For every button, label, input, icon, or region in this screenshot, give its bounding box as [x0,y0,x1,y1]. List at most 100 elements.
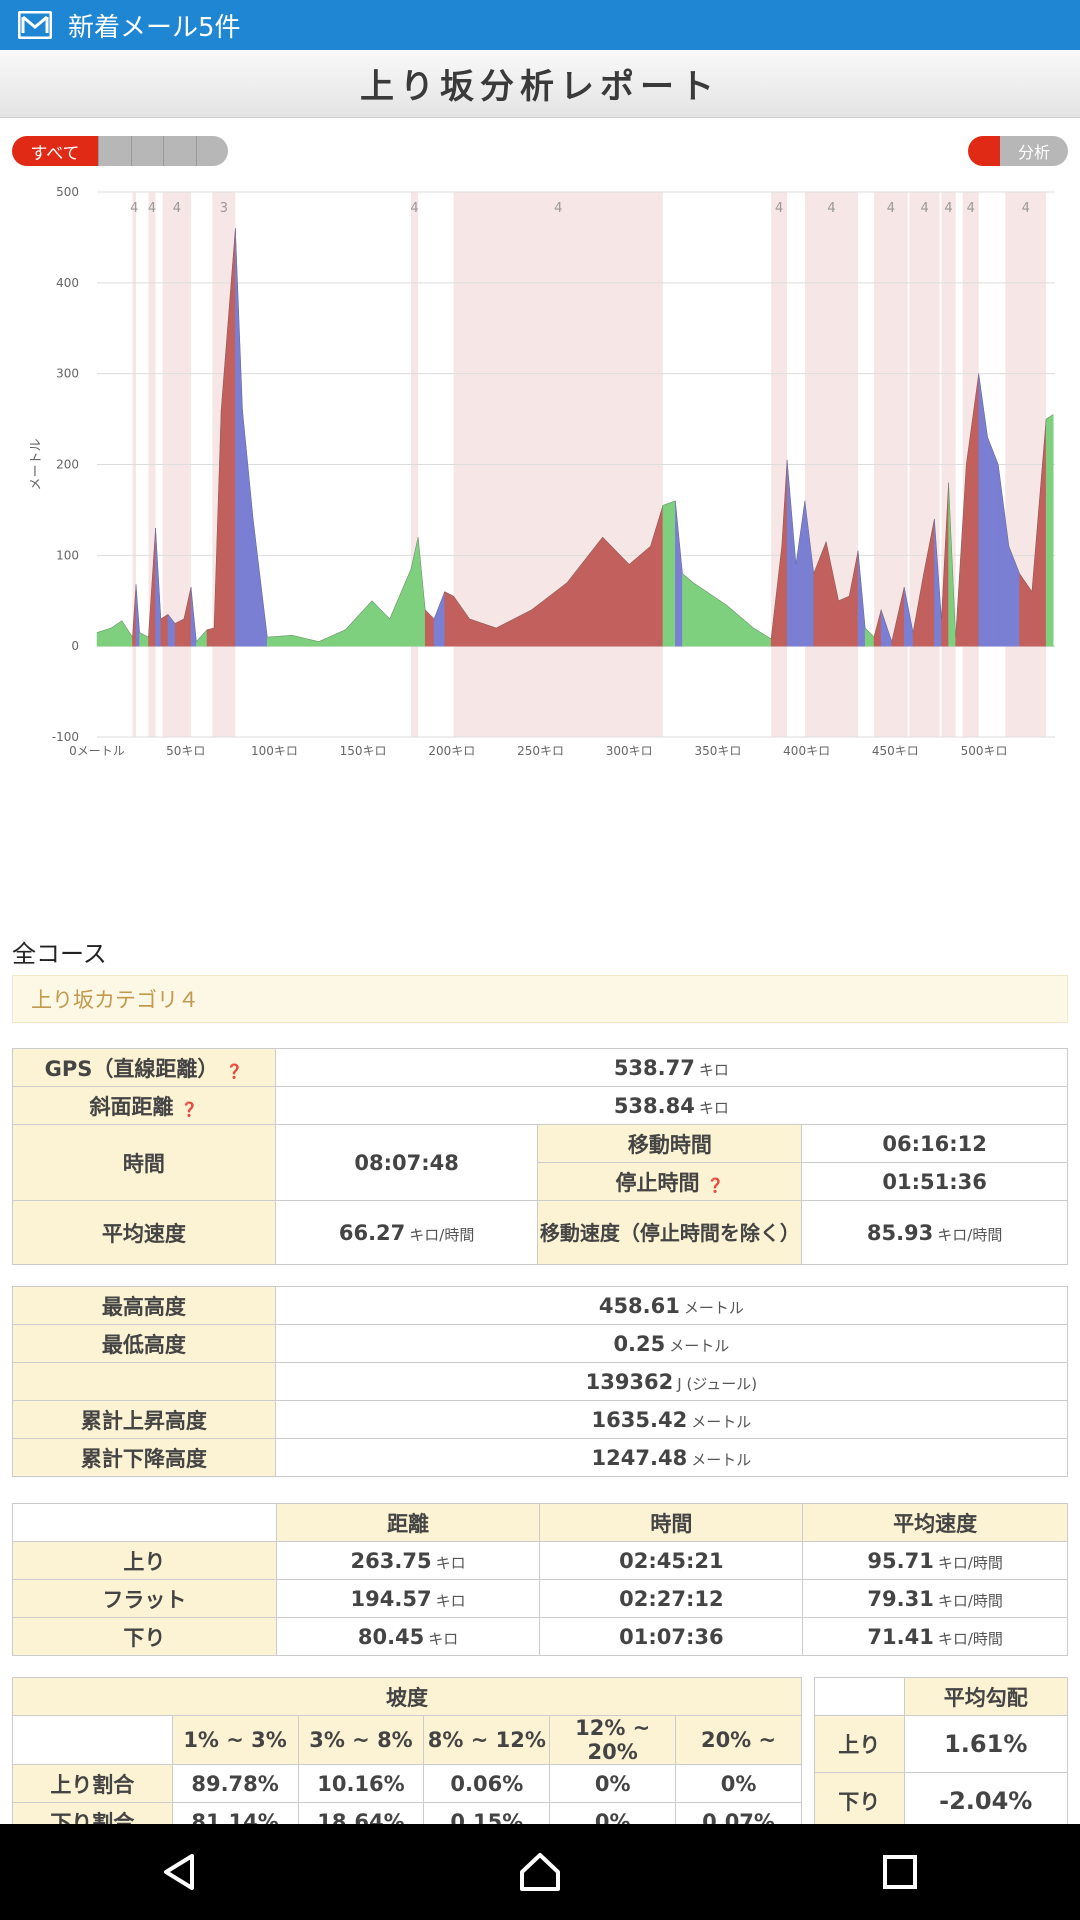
toggle-segment[interactable] [163,136,196,166]
title-bar: 上り坂分析レポート [0,50,1080,118]
max-alt-label: 最高高度 [12,1286,276,1325]
climb-category-label: 4 [1022,201,1030,216]
unit: メートル [691,1412,752,1431]
navigation-bar [0,1824,1080,1920]
elevation-segment [978,373,988,647]
speed-value: 71.41 [867,1624,934,1649]
overview-table: GPS（直線距離） ❓ 538.77 キロ 斜面距離 ❓ 538.84 キロ 時間 … [12,1048,1069,1265]
avg-gradient-table: 平均勾配 上り 1.61% 下り -2.04% [814,1677,1068,1830]
elevation-segment [235,228,243,647]
avg-down-value: -2.04% [903,1772,1068,1830]
elevation-chart: 4 4 4 3 4 4 4 4 4 4 4 4 45004003002001000-1000メートル 50… [29,185,1055,758]
header-distance: 距離 [275,1503,541,1542]
time-value: 02:45:21 [539,1541,804,1580]
climb-category-label: 4 [148,201,156,216]
time-value: 08:07:48 [274,1124,539,1201]
row-label: 下り [12,1617,277,1656]
x-tick-label: 100キロ [251,744,298,758]
climb-category-label: 4 [173,201,181,216]
toggle-segment[interactable] [98,136,131,166]
home-icon[interactable] [518,1850,562,1894]
empty-cell [12,1715,173,1765]
distance-value: 80.45 [357,1624,425,1649]
toggle-segment[interactable] [195,136,228,166]
elevation-segment [121,619,133,647]
climb-category-label: 4 [554,201,562,216]
mail-notification-icon [18,11,52,39]
elevation-segment [389,568,412,647]
back-icon[interactable] [158,1850,202,1894]
max-alt-value: 458.61 [598,1293,680,1318]
range-header: 8% ~ 12% [423,1715,551,1765]
x-tick-label: 350キロ [694,744,741,758]
range-header: 20% ~ [675,1715,802,1765]
y-tick-label: -100 [52,730,79,744]
elevation-segment [424,609,435,647]
elevation-segment [160,613,169,647]
climb-category-label: 4 [967,201,975,216]
climb-category-label: 3 [220,201,228,216]
min-alt-label: 最低高度 [12,1324,276,1363]
movspeed-value: 85.93 [866,1220,934,1245]
energy-label [12,1362,276,1401]
gradient-title: 坡度 [12,1677,802,1716]
toggle-all-button[interactable]: すべて [12,136,98,166]
unit: キロ [428,1629,459,1648]
empty-cell [814,1677,905,1716]
unit: キロ [698,1060,729,1079]
help-icon[interactable]: ❓ [226,1064,243,1080]
category-banner: 上り坂カテゴリ４ [12,975,1068,1023]
speed-value: 79.31 [867,1586,934,1611]
elevation-segment [417,537,426,647]
unit: キロ [698,1098,729,1117]
stopped-value: 01:51:36 [801,1162,1068,1201]
stopped-label: 停止時間 [615,1170,700,1195]
analysis-switch-knob[interactable] [968,136,1000,166]
up-ratio: 89.78% [171,1764,299,1803]
recents-icon[interactable] [878,1850,922,1894]
elevation-segment [345,600,373,647]
y-tick-label: 0 [71,639,79,653]
help-icon[interactable]: ❓ [707,1178,724,1194]
gps-value: 538.77 [613,1055,695,1080]
filter-toggle[interactable]: すべて [12,136,228,166]
elevation-segment [96,627,112,647]
elevation-segment [726,604,754,647]
climb-category-label: 4 [827,201,835,216]
elevation-segment [786,459,797,647]
analysis-toggle[interactable]: 分析 [968,136,1068,166]
elevation-segment [196,629,208,647]
range-header: 3% ~ 8% [297,1715,425,1765]
climb-category-label: 4 [887,201,895,216]
section-title: 全コース [12,940,107,968]
elevation-segment [987,437,999,647]
y-axis-label: メートル [29,438,44,490]
unit: メートル [691,1450,752,1469]
altitude-table: 最高高度 458.61 メートル 最低高度 0.25 メートル 139362 J (ジ… [12,1286,1069,1477]
unit: キロ/時間 [937,1553,1003,1572]
elevation-segment [433,591,445,647]
elevation-segment [795,500,806,647]
unit: キロ [435,1591,466,1610]
elevation-segment [682,572,694,647]
slope-value: 538.84 [613,1093,695,1118]
toggle-segment[interactable] [130,136,163,166]
x-tick-label: 450キロ [872,744,919,758]
unit: J (ジュール) [677,1374,758,1393]
range-header: 1% ~ 3% [171,1715,299,1765]
avgspeed-value: 66.27 [338,1220,406,1245]
gps-label: GPS（直線距離） [44,1056,219,1081]
elevation-segment [242,409,254,647]
up-ratio: 0% [675,1764,802,1803]
status-bar: 新着メール5件 [0,0,1080,50]
elevation-segment [675,500,683,647]
x-tick-label: 50キロ [166,744,205,758]
help-icon[interactable]: ❓ [181,1102,198,1118]
analysis-label[interactable]: 分析 [1000,136,1068,166]
avgspeed-label: 平均速度 [12,1200,276,1265]
terrain-table: 距離 時間 平均速度 上り 263.75 キロ 02:45:21 95.71 キロ/… [12,1503,1068,1656]
x-tick-label: 150キロ [340,744,387,758]
header-speed: 平均速度 [802,1503,1068,1542]
gradient-table: 坡度 1% ~ 3% 3% ~ 8% 8% ~ 12% 12% ~ 20% 20… [12,1677,802,1841]
gain-label: 累計上昇高度 [12,1400,276,1439]
